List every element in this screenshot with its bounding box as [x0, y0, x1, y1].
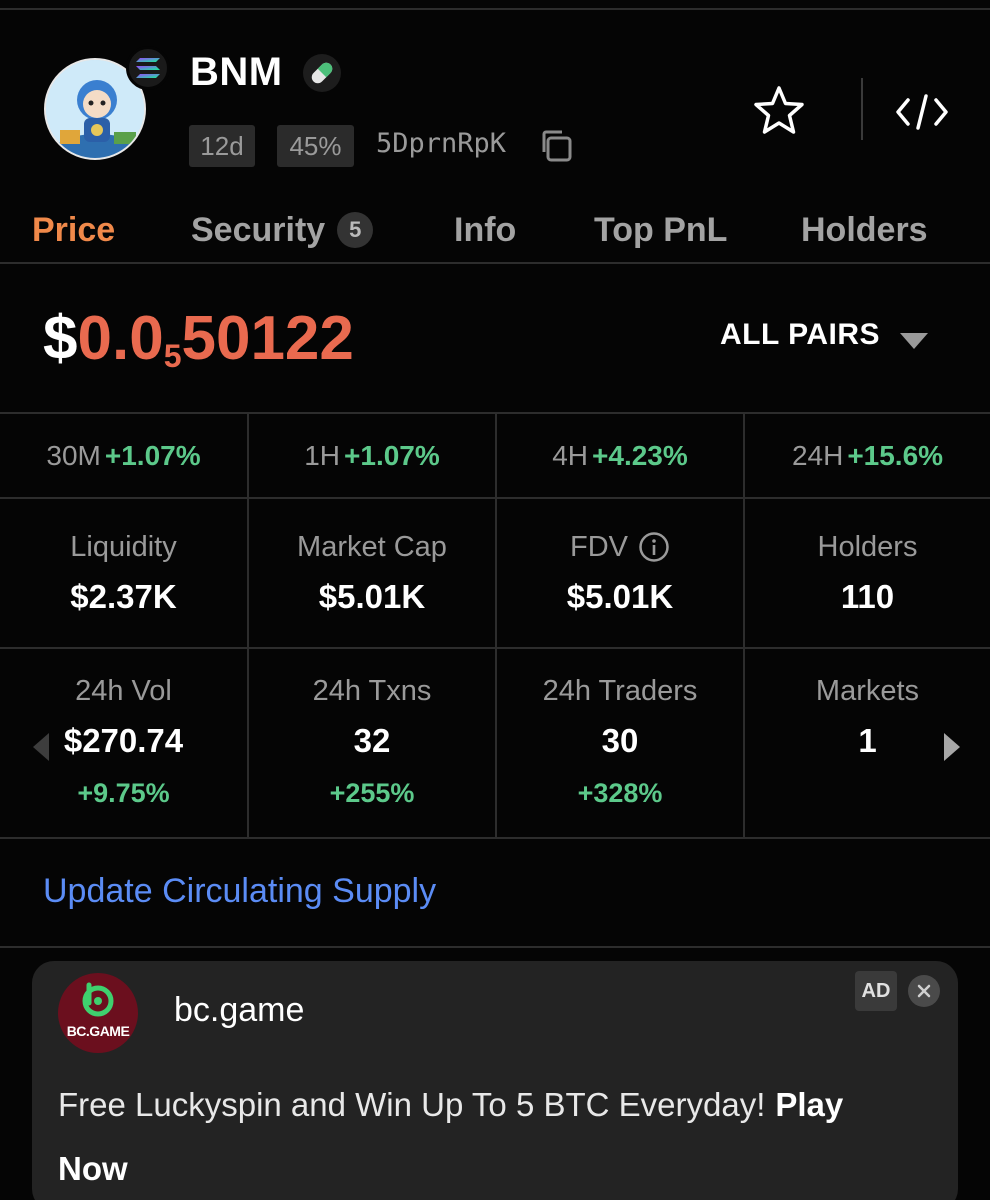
token-address[interactable]: 5DprnRpK — [376, 128, 506, 159]
star-icon[interactable] — [752, 84, 806, 138]
ad-host: bc.game — [174, 991, 305, 1029]
copy-icon[interactable] — [538, 128, 574, 164]
stat-24h-traders: 24h Traders 30 +328% — [497, 649, 745, 837]
tab-top-pnl[interactable]: Top PnL — [594, 205, 727, 255]
bc-game-logo: BC.GAME — [58, 973, 138, 1053]
change-cell-30m[interactable]: 30M +1.07% — [0, 414, 249, 497]
ad-banner[interactable]: BC.GAME bc.game AD Free Luckyspin and Wi… — [32, 961, 958, 1200]
ad-tag: AD — [855, 971, 897, 1011]
activity-row: 24h Vol $270.74 +9.75% 24h Txns 32 +255%… — [0, 649, 990, 839]
stat-fdv: FDV $5.01K — [497, 499, 745, 647]
stats-grid: 30M +1.07% 1H +1.07% 4H +4.23% 24H +15.6% Li… — [0, 412, 990, 839]
top-divider — [0, 8, 990, 10]
code-embed-icon[interactable] — [896, 90, 948, 134]
stat-24h-txns: 24h Txns 32 +255% — [249, 649, 497, 837]
stat-markets: Markets 1 — [745, 649, 990, 837]
token-name: BNM — [190, 50, 283, 94]
tab-info[interactable]: Info — [454, 205, 516, 255]
stat-market-cap: Market Cap $5.01K — [249, 499, 497, 647]
token-price: $0.0550122 — [43, 304, 354, 374]
token-age-chip: 12d — [189, 125, 255, 167]
caret-down-icon[interactable] — [900, 333, 928, 349]
chevron-left-icon[interactable] — [33, 733, 49, 761]
price-change-row: 30M +1.07% 1H +1.07% 4H +4.23% 24H +15.6% — [0, 412, 990, 499]
security-count-badge: 5 — [337, 212, 374, 248]
token-percent-chip: 45% — [277, 125, 354, 167]
pill-icon — [303, 54, 341, 92]
tab-price[interactable]: Price — [32, 205, 115, 255]
solana-icon — [126, 46, 170, 90]
close-icon[interactable] — [908, 975, 940, 1007]
stat-holders: Holders 110 — [817, 530, 918, 615]
update-circulating-supply-link[interactable]: Update Circulating Supply — [43, 872, 436, 911]
all-pairs-dropdown[interactable]: ALL PAIRS — [720, 318, 880, 352]
market-stats-row: Liquidity $2.37K Market Cap $5.01K FDV $… — [0, 499, 990, 649]
ad-divider — [0, 946, 990, 948]
stat-liquidity: Liquidity $2.37K — [0, 499, 249, 647]
header-divider — [861, 78, 863, 140]
tab-bar: Price Security 5 Info Top PnL Holders — [0, 205, 990, 255]
tab-holders[interactable]: Holders — [801, 205, 928, 255]
change-cell-1h[interactable]: 1H +1.07% — [249, 414, 497, 497]
change-cell-24h[interactable]: 24H +15.6% — [745, 414, 990, 497]
tab-security[interactable]: Security 5 — [191, 205, 374, 255]
change-cell-4h[interactable]: 4H +4.23% — [497, 414, 745, 497]
chevron-right-icon[interactable] — [944, 733, 960, 761]
stat-24h-vol: 24h Vol $270.74 +9.75% — [0, 649, 249, 837]
tabs-divider — [0, 262, 990, 264]
ad-message: Free Luckyspin and Win Up To 5 BTC Every… — [58, 1086, 844, 1187]
info-icon[interactable] — [638, 531, 670, 563]
